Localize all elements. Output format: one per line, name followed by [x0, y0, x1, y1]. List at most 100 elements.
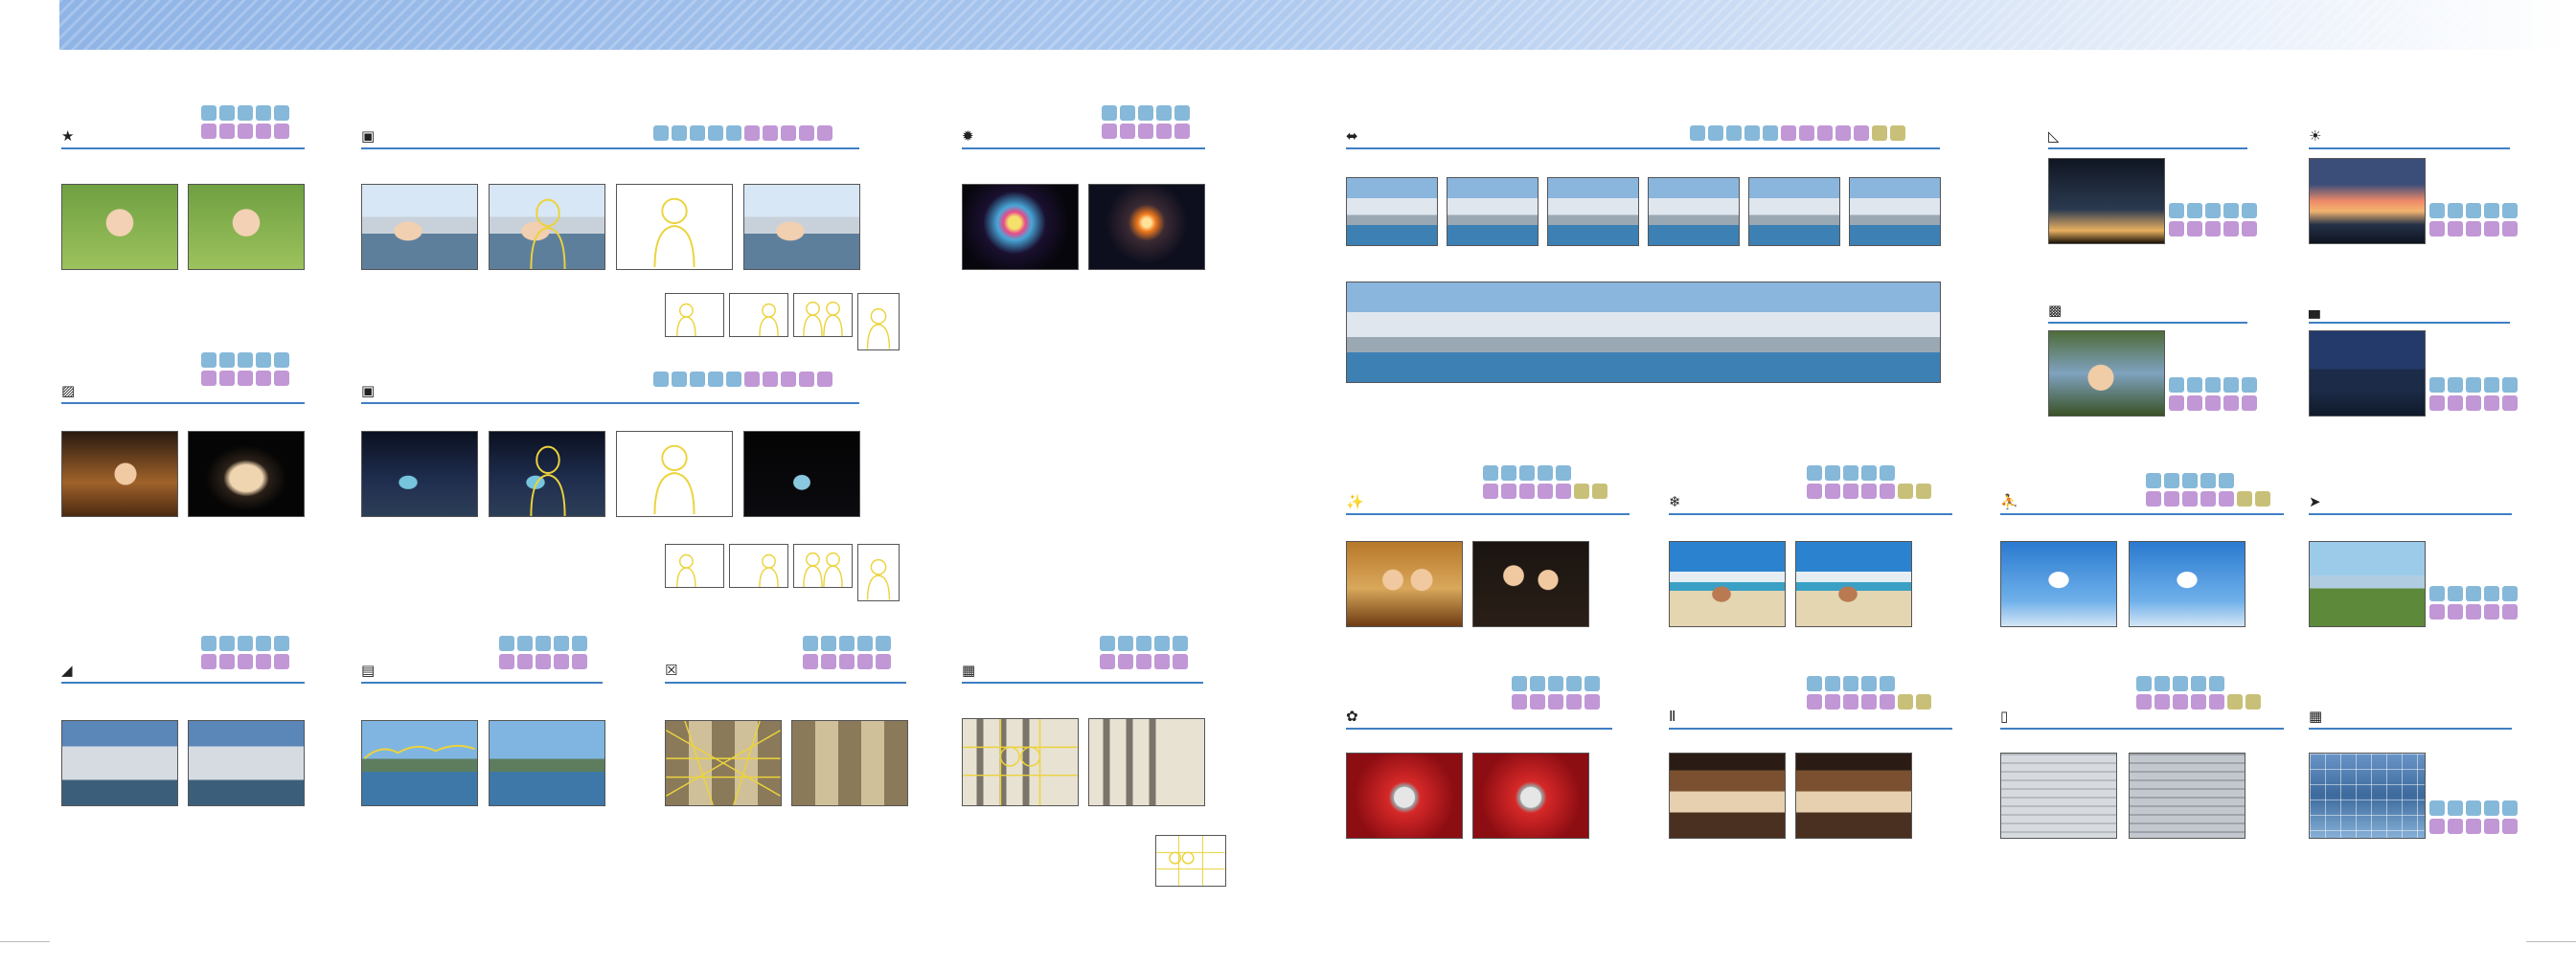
group-face-overlay — [963, 719, 1078, 805]
architecture-icon: ☒ — [665, 662, 678, 679]
sample-photo — [2309, 541, 2426, 627]
section-rule — [61, 147, 305, 149]
panorama-frame — [1447, 177, 1539, 246]
section-rule — [962, 147, 1205, 149]
section-rule — [2309, 513, 2512, 515]
mode-indicator-dots — [1100, 636, 1188, 669]
page-footer-rule — [2526, 941, 2576, 942]
section-rule — [2309, 147, 2510, 149]
sample-photo — [361, 184, 478, 270]
section-rule — [361, 147, 859, 149]
horizon-guide-overlay — [363, 744, 476, 759]
header-banner — [59, 0, 2569, 50]
mode-indicator-dots — [1512, 676, 1600, 710]
sample-photo — [2000, 541, 2117, 627]
mode-indicator-dots — [1483, 465, 1607, 499]
sample-photo — [361, 431, 478, 517]
mode-indicator-dots — [201, 352, 289, 386]
dusk-icon: ▄ — [2309, 302, 2320, 319]
face-detect-overlay — [530, 445, 566, 516]
mode-indicator-dots — [2146, 473, 2270, 507]
sample-photo — [188, 431, 305, 517]
panorama-frame — [1648, 177, 1740, 246]
mode-indicator-dots — [2429, 377, 2518, 411]
section-rule — [2309, 322, 2510, 324]
copy-document-icon: ▯ — [2000, 708, 2009, 725]
multi-frame-icon: ▦ — [2309, 708, 2323, 725]
sample-photo — [962, 718, 1079, 806]
section-rule — [665, 682, 906, 684]
mode-indicator-dots — [2429, 800, 2518, 834]
child-running-icon: ★ — [61, 127, 75, 145]
sample-photo — [188, 184, 305, 270]
horizon-icon: ▤ — [361, 662, 376, 679]
beach-snow-icon: ❄ — [1669, 493, 1681, 510]
mode-indicator-dots — [653, 372, 832, 387]
composition-diagram — [1155, 835, 1226, 887]
sample-photo — [1669, 753, 1786, 839]
composition-diagram — [793, 544, 853, 588]
backlight-icon: ▩ — [2048, 302, 2063, 319]
sample-photo — [489, 431, 605, 517]
panorama-frame — [1748, 177, 1840, 246]
framing-diagram — [616, 431, 733, 517]
page-footer-rule — [0, 941, 50, 942]
sample-photo — [2048, 330, 2165, 417]
sample-photo — [61, 720, 178, 806]
section-rule — [2048, 322, 2247, 324]
group-photo-icon: ▦ — [962, 662, 976, 679]
section-rule — [1346, 728, 1612, 730]
composition-diagram — [857, 293, 900, 350]
sports-action-icon: ➤ — [2309, 493, 2321, 510]
framing-diagram — [616, 184, 733, 270]
sample-photo — [2309, 158, 2426, 244]
museum-icon: Ⅱ — [1669, 708, 1676, 725]
sample-photo — [489, 184, 605, 270]
sample-photo — [1346, 753, 1463, 839]
mode-indicator-dots — [653, 125, 832, 141]
portrait-camera-icon: ▣ — [361, 127, 376, 145]
section-rule — [962, 682, 1203, 684]
close-up-icon: ✿ — [1346, 708, 1358, 725]
sample-photo — [743, 431, 860, 517]
sample-photo — [1346, 541, 1463, 627]
sample-photo — [1795, 541, 1912, 627]
sample-photo — [962, 184, 1079, 270]
section-rule — [2309, 728, 2512, 730]
mode-indicator-dots — [1807, 676, 1931, 710]
landscape-icon: ◢ — [61, 662, 73, 679]
composition-diagram — [665, 293, 724, 337]
section-rule — [361, 682, 603, 684]
fireworks-icon: ✹ — [962, 127, 974, 145]
perspective-guide-overlay — [666, 721, 781, 805]
panorama-frame — [1346, 177, 1438, 246]
mode-indicator-dots — [1807, 465, 1931, 499]
mode-indicator-dots — [201, 105, 289, 139]
mode-indicator-dots — [2169, 377, 2257, 411]
sample-photo — [2129, 541, 2245, 627]
sample-photo — [2309, 753, 2426, 839]
mode-indicator-dots — [2169, 203, 2257, 237]
night-landscape-icon: ◺ — [2048, 127, 2060, 145]
composition-diagram — [793, 293, 853, 337]
mode-indicator-dots — [2136, 676, 2261, 710]
mode-indicator-dots — [2429, 203, 2518, 237]
face-detect-overlay — [530, 198, 566, 269]
panorama-frame — [1547, 177, 1639, 246]
section-rule — [1669, 513, 1952, 515]
mode-indicator-dots — [201, 636, 289, 669]
section-rule — [61, 402, 305, 404]
sample-photo — [489, 720, 605, 806]
sample-photo — [1472, 541, 1589, 627]
mode-indicator-dots — [2429, 586, 2518, 620]
sample-photo — [61, 184, 178, 270]
sports-icon: ⛹ — [2000, 493, 2018, 510]
composition-diagram — [729, 544, 788, 588]
panorama-icon: ⬌ — [1346, 127, 1358, 145]
sample-photo — [2000, 753, 2117, 839]
sample-photo — [1669, 541, 1786, 627]
sample-photo — [1088, 184, 1205, 270]
section-rule — [61, 682, 305, 684]
section-rule — [2000, 513, 2284, 515]
mode-indicator-dots — [1102, 105, 1190, 139]
